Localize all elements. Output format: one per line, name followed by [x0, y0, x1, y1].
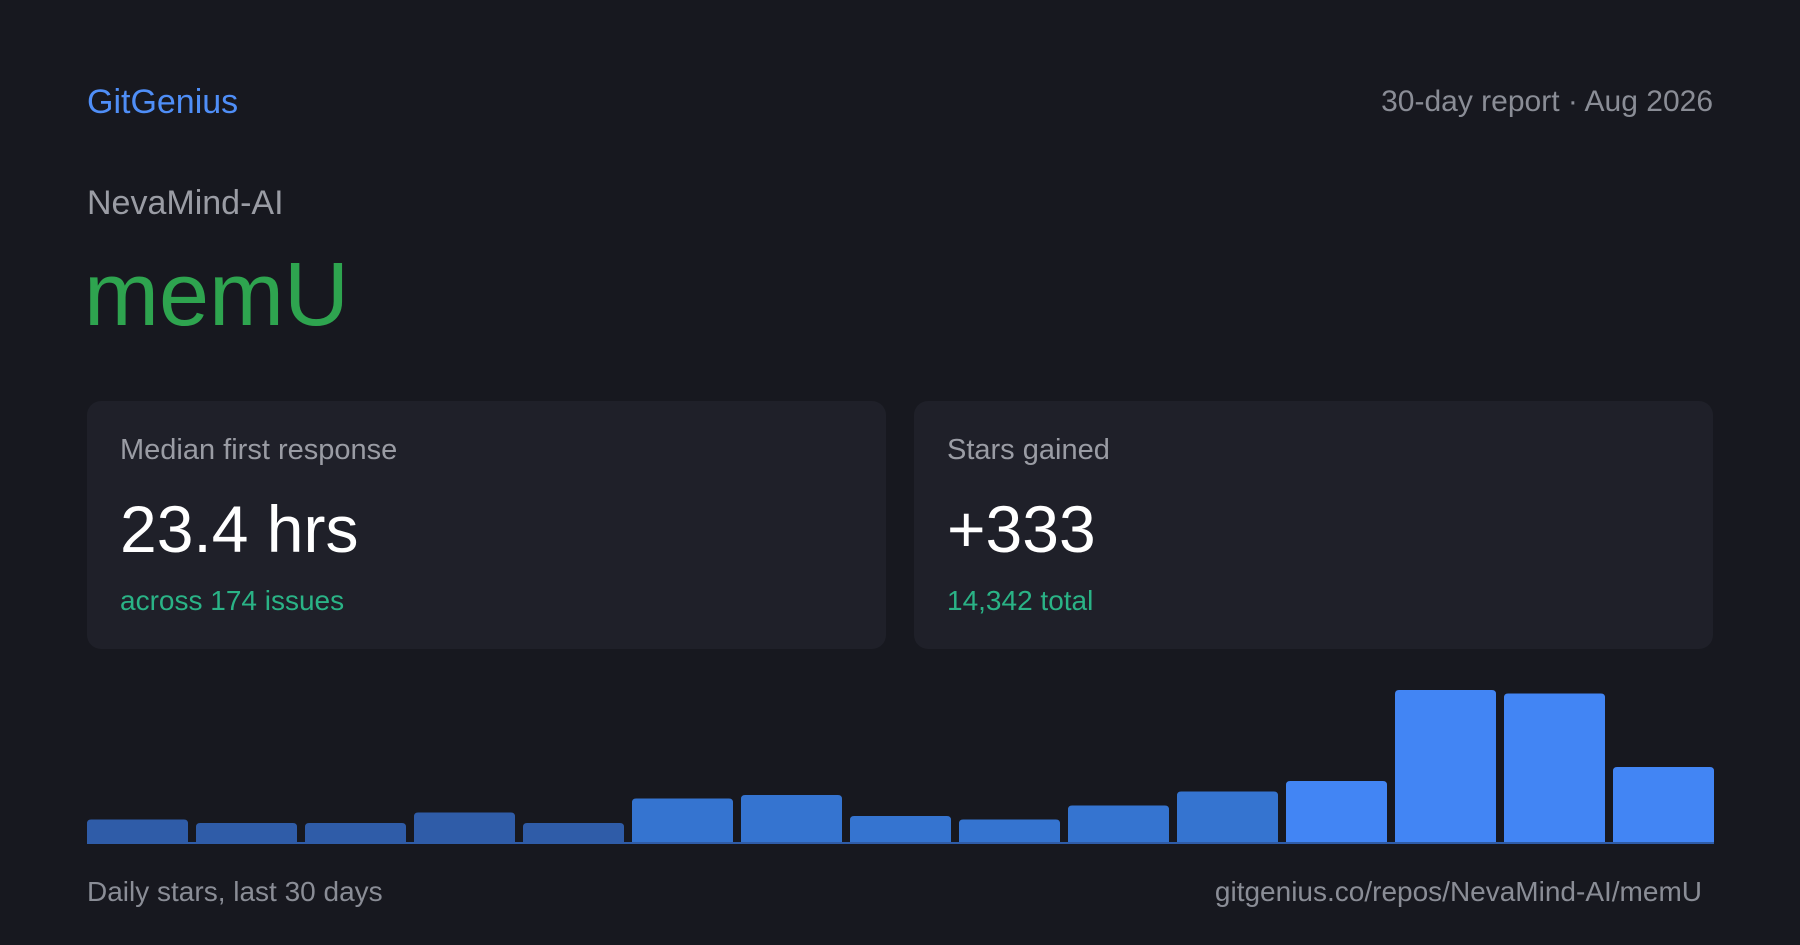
repo-name: memU — [84, 245, 349, 345]
chart-bar — [196, 823, 297, 844]
chart-bar — [414, 812, 515, 844]
chart-bar — [1504, 693, 1605, 844]
report-period: 30-day report · Aug 2026 — [1381, 85, 1713, 118]
stars-stat-card: Stars gained +333 14,342 total — [914, 401, 1713, 649]
report-card: GitGenius 30-day report · Aug 2026 NevaM… — [0, 0, 1800, 945]
chart-bar — [850, 816, 951, 844]
stars-stat-label: Stars gained — [947, 434, 1110, 466]
chart-bar — [1613, 767, 1714, 844]
chart-bar — [1068, 805, 1169, 844]
stars-stat-sub: 14,342 total — [947, 585, 1094, 616]
brand-logo[interactable]: GitGenius — [87, 80, 238, 124]
chart-bar — [1177, 791, 1278, 844]
chart-bar — [1395, 690, 1496, 844]
repo-url[interactable]: gitgenius.co/repos/NevaMind-AI/memU — [1215, 874, 1702, 910]
chart-bar — [87, 819, 188, 844]
response-stat-value: 23.4 hrs — [120, 492, 359, 566]
chart-bar — [959, 819, 1060, 844]
response-stat-card: Median first response 23.4 hrs across 17… — [87, 401, 886, 649]
repo-owner: NevaMind-AI — [87, 184, 284, 222]
chart-bar — [523, 823, 624, 844]
chart-bar — [632, 798, 733, 844]
stars-stat-value: +333 — [947, 492, 1096, 566]
response-stat-label: Median first response — [120, 434, 398, 466]
chart-bar — [1286, 781, 1387, 844]
chart-bar — [741, 795, 842, 844]
chart-bar — [305, 823, 406, 844]
chart-caption: Daily stars, last 30 days — [87, 876, 383, 907]
daily-stars-chart — [87, 690, 1714, 844]
response-stat-sub: across 174 issues — [120, 585, 345, 616]
